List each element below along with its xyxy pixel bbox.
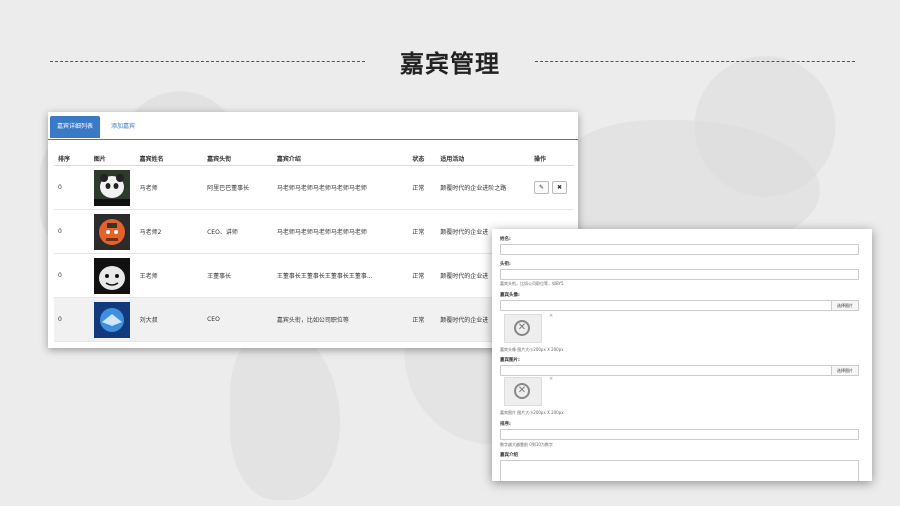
title-hint: 嘉宾头衔，比如公司职位等，如BY5 [500, 281, 564, 286]
row-order: 0 [54, 209, 90, 254]
add-guest-form: 姓名: 头衔: 嘉宾头衔，比如公司职位等，如BY5 嘉宾头像: 选择图片 ✕ ×… [492, 229, 872, 481]
col-name: 嘉宾姓名 [135, 151, 204, 166]
avatar-placeholder-image: ✕ [504, 314, 542, 343]
world-map-shape [230, 330, 340, 500]
row-image-cell [89, 165, 136, 210]
row-title: 阿里巴巴董事长 [203, 165, 273, 210]
intro-label: 嘉宾介绍 [500, 453, 518, 458]
row-intro: 马老师马老师马老师马老师马老师 [272, 209, 409, 254]
order-input[interactable] [500, 429, 859, 440]
row-image-cell [89, 297, 136, 342]
row-intro: 马老师马老师马老师马老师马老师 [272, 165, 409, 210]
col-title: 嘉宾头衔 [203, 151, 273, 166]
name-input[interactable] [500, 244, 859, 255]
avatar-pick-button[interactable]: 选择图片 [831, 300, 859, 311]
game-avatar [93, 301, 130, 338]
table-row: 0 马老师 阿里巴巴董事长 马老师马老师马老师马老师马老师 正常 颠覆时代的企业… [54, 165, 574, 210]
name-label: 姓名: [500, 237, 511, 242]
cartoon-avatar [93, 213, 130, 250]
col-image: 图片 [89, 151, 136, 166]
row-activity: 颠覆时代的企业进阶之路 [436, 165, 530, 210]
tab-guest-list[interactable]: 嘉宾详细列表 [50, 116, 101, 138]
avatar-label: 嘉宾头像: [500, 293, 520, 298]
col-status: 状态 [408, 151, 437, 166]
col-intro: 嘉宾介绍 [272, 151, 409, 166]
row-status: 正常 [408, 209, 437, 254]
row-order: 0 [54, 165, 90, 210]
photo-label: 嘉宾图片: [500, 358, 520, 363]
close-icon[interactable]: × [549, 376, 553, 382]
tab-add-guest[interactable]: 添加嘉宾 [104, 116, 142, 138]
row-title: 王董事长 [203, 253, 273, 298]
row-name: 马老师2 [135, 209, 204, 254]
tab-bar: 嘉宾详细列表 添加嘉宾 [48, 116, 578, 140]
row-image-cell [89, 209, 136, 254]
face-avatar [93, 257, 130, 294]
broken-image-icon: ✕ [514, 320, 530, 336]
row-name: 马老师 [135, 165, 204, 210]
delete-icon[interactable]: ✖ [552, 181, 567, 194]
row-name: 王老师 [135, 253, 204, 298]
row-title: CEO、讲师 [203, 209, 273, 254]
photo-pick-button[interactable]: 选择图片 [831, 365, 859, 376]
avatar-input[interactable] [500, 300, 832, 311]
row-status: 正常 [408, 165, 437, 210]
broken-image-icon: ✕ [514, 383, 530, 399]
edit-icon[interactable]: ✎ [534, 181, 549, 194]
title-divider-right [535, 61, 855, 62]
col-order: 排序 [54, 151, 90, 166]
table-header-row: 排序 图片 嘉宾姓名 嘉宾头衔 嘉宾介绍 状态 适用活动 操作 [54, 151, 574, 166]
col-actions: 操作 [530, 151, 574, 166]
row-actions: ✎ ✖ [530, 165, 574, 210]
photo-placeholder-image: ✕ [504, 377, 542, 406]
row-image-cell [89, 253, 136, 298]
intro-textarea[interactable] [500, 460, 859, 481]
row-order: 0 [54, 253, 90, 298]
row-title: CEO [203, 297, 273, 342]
row-intro: 王董事长王董事长王董事长王董事... [272, 253, 409, 298]
order-hint: 数字越大越靠前 0到10为数字 [500, 442, 553, 447]
row-status: 正常 [408, 253, 437, 298]
title-input[interactable] [500, 269, 859, 280]
title-label: 头衔: [500, 262, 511, 267]
order-label: 排序: [500, 422, 511, 427]
panda-avatar [93, 169, 130, 206]
row-intro: 嘉宾头衔，比如公司职位等 [272, 297, 409, 342]
photo-input[interactable] [500, 365, 832, 376]
avatar-hint: 嘉宾头像 图片大小200px X 200px [500, 347, 564, 352]
row-order: 0 [54, 297, 90, 342]
row-name: 刘大叔 [135, 297, 204, 342]
col-activity: 适用活动 [436, 151, 530, 166]
close-icon[interactable]: × [549, 313, 553, 319]
row-status: 正常 [408, 297, 437, 342]
photo-hint: 嘉宾图片 图片大小200px X 200px [500, 410, 564, 415]
